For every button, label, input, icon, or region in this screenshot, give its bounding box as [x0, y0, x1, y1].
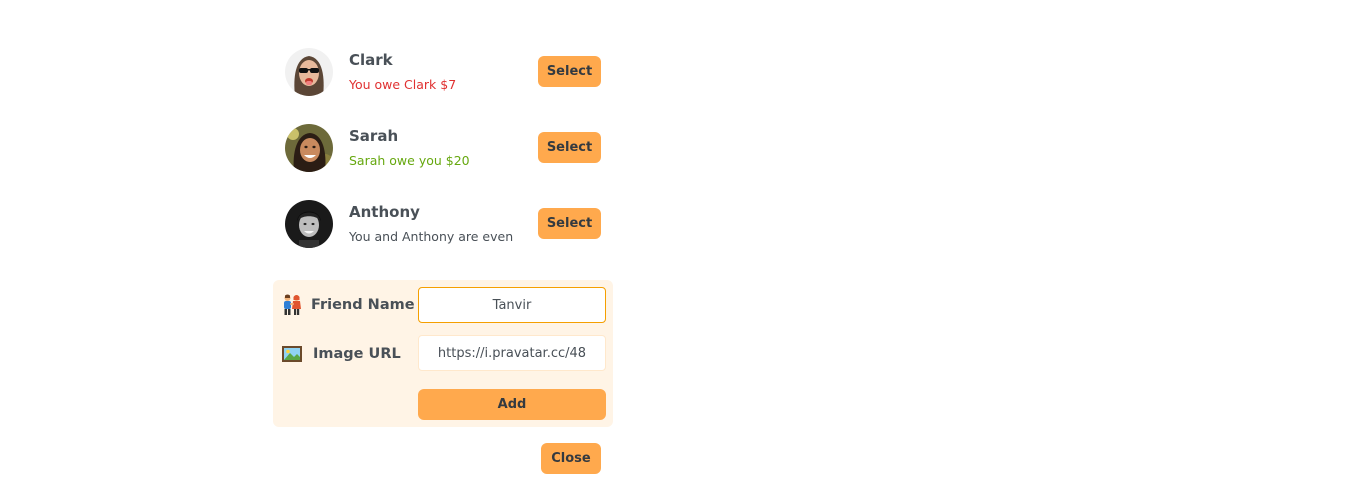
split-bill-app: Clark You owe Clark $7 Select Sarah Sara… [273, 34, 613, 474]
friend-name: Clark [349, 51, 393, 69]
close-button[interactable]: Close [541, 443, 601, 474]
friend-item-sarah: Sarah Sarah owe you $20 Select [273, 110, 613, 186]
friend-name-input[interactable] [418, 287, 606, 323]
framed-picture-icon [281, 343, 303, 365]
select-button-sarah[interactable]: Select [538, 132, 601, 163]
friend-balance-status: Sarah owe you $20 [349, 153, 470, 168]
avatar-sarah [285, 124, 333, 172]
select-button-anthony[interactable]: Select [538, 208, 601, 239]
friend-name: Sarah [349, 127, 399, 145]
friend-item-clark: Clark You owe Clark $7 Select [273, 34, 613, 110]
select-button-clark[interactable]: Select [538, 56, 601, 87]
avatar-anthony [285, 200, 333, 248]
two-people-icon [281, 294, 303, 316]
friend-list: Clark You owe Clark $7 Select Sarah Sara… [273, 34, 613, 262]
friend-name: Anthony [349, 203, 420, 221]
friend-balance-status: You and Anthony are even [349, 229, 514, 244]
friend-item-anthony: Anthony You and Anthony are even Select [273, 186, 613, 262]
friend-balance-status: You owe Clark $7 [349, 77, 457, 92]
avatar-clark [285, 48, 333, 96]
add-button[interactable]: Add [418, 389, 606, 420]
image-url-label: Image URL [313, 346, 401, 362]
image-url-input[interactable] [418, 335, 606, 371]
add-friend-form: Friend Name Image URL Add [273, 280, 613, 427]
friend-name-label: Friend Name [311, 297, 415, 313]
